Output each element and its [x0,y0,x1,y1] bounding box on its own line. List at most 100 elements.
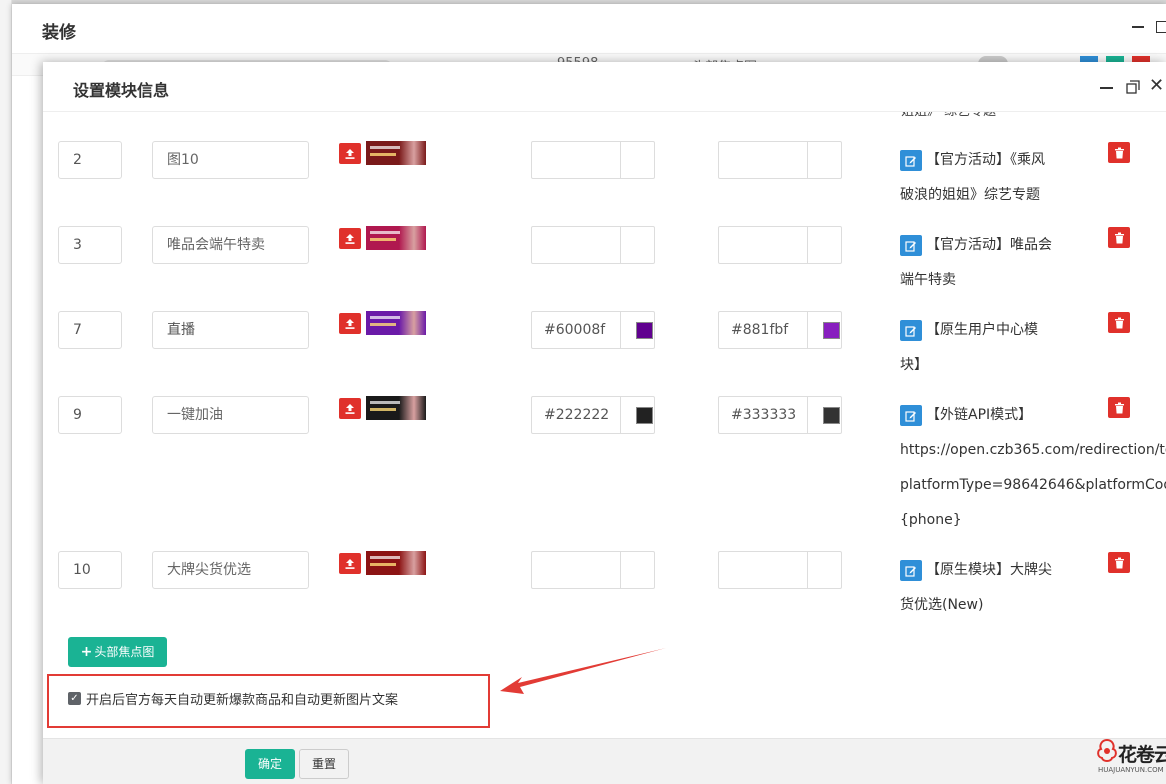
auto-update-label[interactable]: 开启后官方每天自动更新爆款商品和自动更新图片文案 [86,689,398,708]
title-input[interactable]: 直播 [152,311,309,349]
upload-icon [345,558,355,569]
text-color-input[interactable]: #333333 [718,396,842,434]
upload-image-button[interactable] [339,553,361,574]
color-value[interactable] [719,552,808,588]
modal-header: 设置模块信息 ✕ [43,62,1166,112]
upload-icon [345,148,355,159]
edit-link-button[interactable] [900,320,922,341]
confirm-button[interactable]: 确定 [245,749,295,779]
color-value[interactable] [532,142,621,178]
maximize-icon[interactable] [1126,80,1140,94]
add-header-focus-button[interactable]: + 头部焦点图 [68,637,167,667]
link-description: 破浪的姐姐》综艺专题 [900,187,1040,203]
background-minimize-icon[interactable] [1132,26,1144,28]
link-description: 【原生用户中心模 [926,322,1038,338]
add-button-label: 头部焦点图 [94,645,155,659]
color-value[interactable]: #333333 [719,397,808,433]
title-input[interactable]: 一键加油 [152,396,309,434]
title-input[interactable]: 唯品会端午特卖 [152,226,309,264]
background-color-input[interactable]: #60008f [531,311,655,349]
edit-link-button[interactable] [900,235,922,256]
edit-link-button[interactable] [900,150,922,171]
flower-logo-icon [1097,738,1117,762]
background-color-input[interactable] [531,141,655,179]
color-swatch[interactable] [636,322,653,339]
reset-button[interactable]: 重置 [299,749,349,779]
background-left-strip [0,0,12,784]
auto-update-checkbox[interactable]: ✓ [68,692,81,705]
link-description: {phone} [900,512,962,528]
sort-order-input[interactable]: 10 [58,551,122,589]
text-color-input[interactable] [718,226,842,264]
upload-image-button[interactable] [339,228,361,249]
watermark-logo: 花卷云 HUAJUANYUN.COM [1096,738,1166,784]
banner-thumbnail [366,141,426,165]
background-color-input[interactable] [531,551,655,589]
trash-icon [1114,557,1124,568]
text-color-input[interactable] [718,551,842,589]
link-description: 【原生模块】大牌尖 [926,562,1052,578]
upload-image-button[interactable] [339,143,361,164]
trash-icon [1114,402,1124,413]
banner-thumbnail [366,226,426,250]
close-icon[interactable]: ✕ [1149,76,1164,96]
text-color-input[interactable]: #881fbf [718,311,842,349]
background-color-input[interactable] [531,226,655,264]
watermark-subtext: HUAJUANYUN.COM [1098,766,1164,774]
upload-icon [345,233,355,244]
color-value[interactable] [719,227,808,263]
link-description: 货优选(New) [900,597,984,613]
banner-thumbnail [366,551,426,575]
color-value[interactable] [532,552,621,588]
delete-row-button[interactable] [1108,552,1130,573]
modal-title: 设置模块信息 [73,81,170,100]
upload-image-button[interactable] [339,398,361,419]
sort-order-input[interactable]: 3 [58,226,122,264]
upload-image-button[interactable] [339,313,361,334]
link-description: 【外链API模式】 [926,407,1033,423]
color-value[interactable]: #881fbf [719,312,808,348]
upload-icon [345,318,355,329]
edit-icon [905,325,916,337]
text-color-input[interactable] [718,141,842,179]
color-swatch[interactable] [823,407,840,424]
delete-row-button[interactable] [1108,227,1130,248]
modal-body: + 头部焦点图 ✓ 开启后官方每天自动更新爆款商品和自动更新图片文案 2 图10 【官… [43,62,1166,738]
edit-icon [905,240,916,252]
edit-icon [905,155,916,167]
sort-order-input[interactable]: 9 [58,396,122,434]
annotation-arrow-icon [500,648,666,694]
edit-icon [905,565,916,577]
sort-order-input[interactable]: 7 [58,311,122,349]
color-value[interactable]: #60008f [532,312,621,348]
plus-icon: + [80,644,93,660]
link-description: 【官方活动】唯品会 [926,237,1052,253]
modal-footer: 确定 重置 [43,738,1166,784]
title-input[interactable]: 图10 [152,141,309,179]
link-description: platformType=98642646&platformCode= [900,477,1166,493]
color-swatch[interactable] [823,322,840,339]
minimize-icon[interactable] [1100,87,1113,89]
trash-icon [1114,232,1124,243]
color-value[interactable]: #222222 [532,397,621,433]
title-input[interactable]: 大牌尖货优选 [152,551,309,589]
link-description: 【官方活动】《乘风 [926,152,1045,168]
background-color-input[interactable]: #222222 [531,396,655,434]
background-maximize-icon[interactable] [1156,21,1166,33]
color-value[interactable] [719,142,808,178]
banner-thumbnail [366,311,426,335]
color-value[interactable] [532,227,621,263]
color-swatch[interactable] [636,407,653,424]
link-description: 块】 [900,357,928,373]
delete-row-button[interactable] [1108,397,1130,418]
trash-icon [1114,147,1124,158]
edit-link-button[interactable] [900,405,922,426]
delete-row-button[interactable] [1108,142,1130,163]
sort-order-input[interactable]: 2 [58,141,122,179]
edit-link-button[interactable] [900,560,922,581]
trash-icon [1114,317,1124,328]
delete-row-button[interactable] [1108,312,1130,333]
watermark-text: 花卷云 [1118,744,1166,766]
link-description: 端午特卖 [900,272,956,288]
settings-modal: 姐姐》 综艺专题 +头部焦点图 ✓ 开启后官方每天自动更新爆款商品和自动更新图片… [43,62,1166,784]
